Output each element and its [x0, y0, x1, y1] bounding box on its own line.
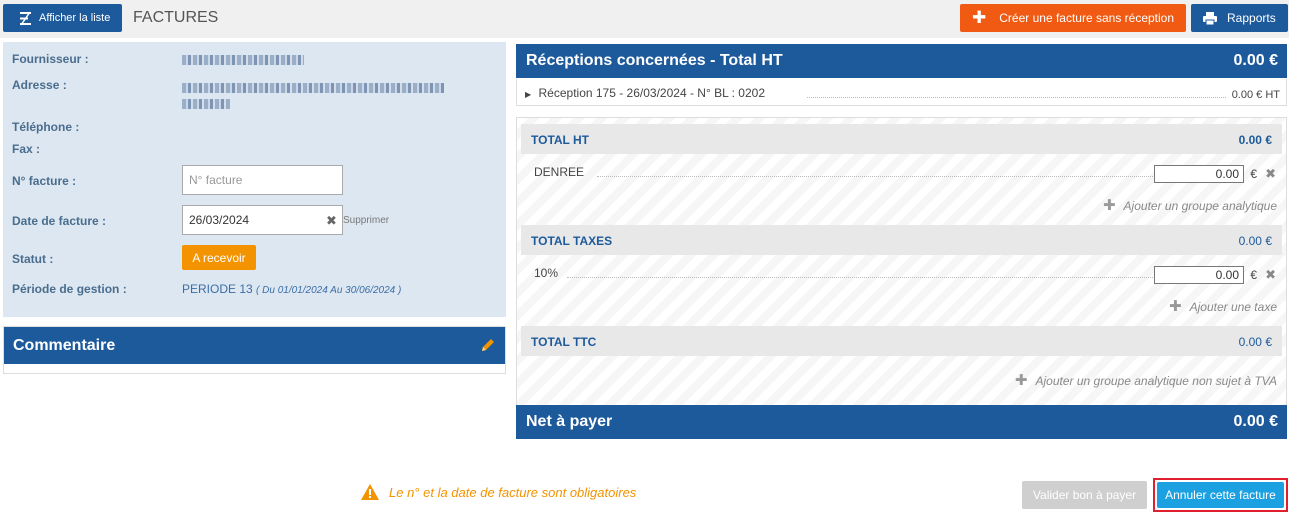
plus-icon: ✚	[1102, 197, 1116, 214]
tax-line-label: 10%	[534, 266, 559, 280]
create-invoice-label: Créer une facture sans réception	[999, 11, 1175, 25]
total-taxes-value: 0.00 €	[1238, 234, 1272, 248]
status-badge[interactable]: A recevoir	[182, 245, 256, 270]
supplier-label: Fournisseur :	[12, 52, 89, 66]
receptions-title: Réceptions concernées - Total HT	[526, 52, 783, 69]
plus-icon: ✚	[1014, 372, 1028, 389]
period-name: PERIODE 13	[182, 282, 253, 296]
reception-amount: 0.00 € HT	[1228, 89, 1280, 101]
reception-row[interactable]: ▶ Réception 175 - 26/03/2024 - N° BL : 0…	[516, 79, 1287, 106]
tax-line-currency: €	[1250, 268, 1257, 282]
address-label: Adresse :	[12, 78, 67, 92]
total-ttc-value: 0.00 €	[1238, 335, 1272, 349]
add-tax-label: Ajouter une taxe	[1189, 300, 1277, 314]
total-ht-header: TOTAL HT 0.00 €	[521, 124, 1282, 154]
supplier-name-redacted	[182, 55, 304, 65]
invoice-date-input[interactable]: 26/03/2024	[182, 205, 343, 235]
warning-icon	[361, 484, 379, 500]
ht-line-currency: €	[1250, 167, 1257, 181]
add-analytic-group-label: Ajouter un groupe analytique	[1123, 199, 1277, 213]
total-taxes-header: TOTAL TAXES 0.00 €	[521, 225, 1282, 255]
validate-payment-button[interactable]: Valider bon à payer	[1022, 481, 1147, 509]
delete-date-link[interactable]: Supprimer	[343, 215, 389, 226]
cancel-invoice-button[interactable]: Annuler cette facture	[1157, 482, 1284, 508]
total-taxes-label: TOTAL TAXES	[531, 234, 613, 248]
add-tax-link[interactable]: ✚ Ajouter une taxe	[1169, 297, 1277, 315]
comment-panel: Commentaire	[3, 326, 506, 374]
validation-warning: Le n° et la date de facture sont obligat…	[361, 484, 636, 500]
expand-caret-icon[interactable]: ▶	[525, 90, 531, 99]
comment-title: Commentaire	[13, 337, 116, 354]
dotted-leader	[807, 97, 1226, 98]
tax-line-amount-input[interactable]: 0.00	[1154, 266, 1244, 284]
address-line-1-redacted	[182, 83, 444, 93]
top-toolbar: Afficher la liste FACTURES ✚ Créer une f…	[0, 0, 1289, 38]
show-list-button[interactable]: Afficher la liste	[3, 4, 122, 32]
net-to-pay-value: 0.00 €	[1233, 413, 1278, 430]
invoice-date-label: Date de facture :	[12, 214, 107, 228]
list-sort-icon	[20, 11, 31, 25]
net-to-pay-label: Net à payer	[526, 413, 613, 430]
pencil-icon[interactable]	[480, 337, 496, 353]
total-ttc-header: TOTAL TTC 0.00 €	[521, 326, 1282, 356]
total-ttc-label: TOTAL TTC	[531, 335, 597, 349]
clear-date-icon[interactable]: ✖	[326, 213, 337, 229]
comment-header: Commentaire	[4, 327, 505, 364]
show-list-label: Afficher la liste	[39, 12, 111, 24]
receptions-header: Réceptions concernées - Total HT 0.00 €	[516, 44, 1287, 78]
phone-label: Téléphone :	[12, 120, 80, 134]
total-ht-value: 0.00 €	[1238, 133, 1272, 147]
ht-line-label: DENREE	[534, 165, 585, 179]
dotted-leader	[597, 176, 1153, 177]
create-invoice-without-reception-button[interactable]: ✚ Créer une facture sans réception	[960, 4, 1186, 32]
plus-icon: ✚	[1169, 298, 1182, 315]
cancel-invoice-highlight: Annuler cette facture	[1153, 478, 1288, 512]
supplier-panel: Fournisseur : Adresse : Téléphone : Fax …	[3, 42, 506, 317]
add-analytic-group-link[interactable]: ✚ Ajouter un groupe analytique	[1103, 196, 1277, 214]
total-ht-label: TOTAL HT	[531, 133, 589, 147]
status-label: Statut :	[12, 252, 54, 266]
fax-label: Fax :	[12, 142, 41, 156]
period-range: ( Du 01/01/2024 Au 30/06/2024 )	[256, 285, 402, 296]
invoice-number-label: N° facture :	[12, 174, 77, 188]
add-analytic-group-no-vat-link[interactable]: ✚ Ajouter un groupe analytique non sujet …	[1015, 371, 1277, 389]
address-line-2-redacted	[182, 99, 230, 109]
page-title: FACTURES	[133, 9, 219, 26]
warning-text: Le n° et la date de facture sont obligat…	[389, 484, 637, 500]
totals-panel: TOTAL HT 0.00 € DENREE 0.00 € ✖ ✚ Ajouter…	[516, 117, 1287, 439]
period-value: PERIODE 13 ( Du 01/01/2024 Au 30/06/2024…	[182, 282, 401, 296]
reports-label: Rapports	[1227, 11, 1276, 25]
invoice-number-input[interactable]: N° facture	[182, 165, 343, 195]
remove-tax-line-icon[interactable]: ✖	[1265, 267, 1276, 283]
reception-label: Réception 175 - 26/03/2024 - N° BL : 020…	[538, 86, 766, 100]
remove-ht-line-icon[interactable]: ✖	[1265, 166, 1276, 182]
add-analytic-group-no-vat-label: Ajouter un groupe analytique non sujet à…	[1035, 374, 1278, 388]
receptions-total: 0.00 €	[1233, 52, 1278, 69]
net-to-pay-bar: Net à payer 0.00 €	[516, 405, 1287, 439]
reports-button[interactable]: Rapports	[1191, 4, 1288, 32]
printer-icon	[1203, 11, 1217, 25]
ht-line-amount-input[interactable]: 0.00	[1154, 165, 1244, 183]
plus-icon: ✚	[972, 8, 987, 27]
dotted-leader	[567, 277, 1153, 278]
period-label: Période de gestion :	[12, 282, 127, 296]
